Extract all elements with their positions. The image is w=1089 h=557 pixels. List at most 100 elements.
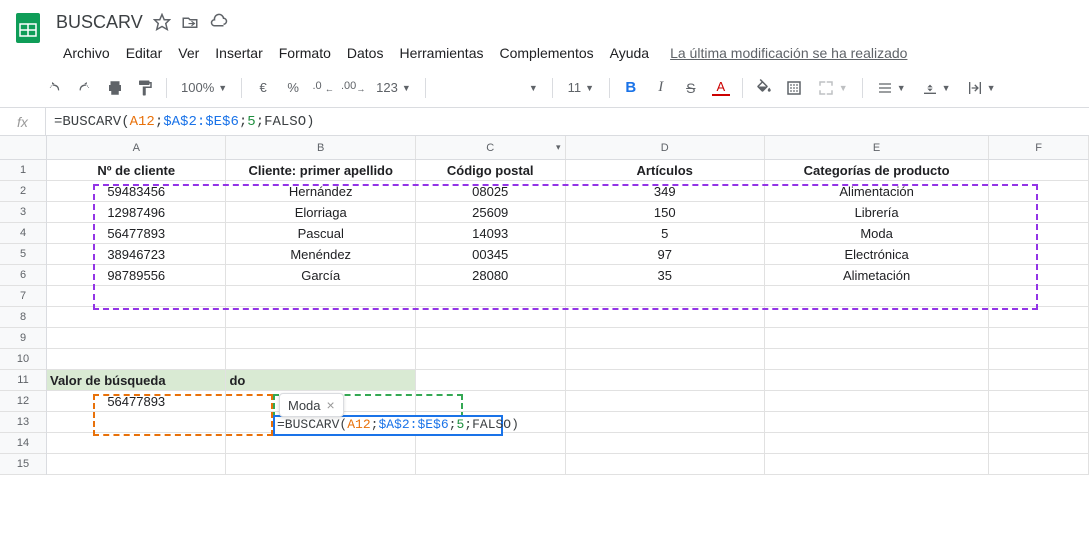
cell[interactable]: [765, 454, 989, 474]
v-align-icon[interactable]: ▼: [916, 75, 957, 101]
menu-complementos[interactable]: Complementos: [492, 41, 600, 65]
print-icon[interactable]: [102, 75, 128, 101]
row-header[interactable]: 5: [0, 244, 46, 265]
cell[interactable]: [765, 433, 989, 453]
cell[interactable]: Artículos: [566, 160, 765, 180]
cloud-icon[interactable]: [209, 13, 229, 31]
col-header[interactable]: A: [47, 136, 226, 159]
cell[interactable]: Alimentación: [765, 181, 989, 201]
italic-icon[interactable]: I: [648, 75, 674, 101]
cell[interactable]: [765, 286, 989, 306]
cell[interactable]: [989, 328, 1089, 348]
cell[interactable]: Valor de búsqueda: [47, 370, 226, 390]
last-edit-link[interactable]: La última modificación se ha realizado: [670, 45, 907, 61]
cell[interactable]: [416, 349, 566, 369]
cell[interactable]: 35: [566, 265, 765, 285]
cell[interactable]: [989, 349, 1089, 369]
cell[interactable]: [989, 391, 1089, 411]
menu-datos[interactable]: Datos: [340, 41, 391, 65]
sheets-logo[interactable]: [8, 8, 48, 48]
cell[interactable]: [989, 307, 1089, 327]
cell[interactable]: Electrónica: [765, 244, 989, 264]
cell[interactable]: [566, 454, 765, 474]
decimal-decrease-icon[interactable]: .0 ←: [310, 75, 336, 101]
decimal-increase-icon[interactable]: .00→: [340, 75, 366, 101]
cell[interactable]: do: [226, 370, 415, 390]
row-header[interactable]: 1: [0, 160, 46, 181]
cell[interactable]: Menéndez: [226, 244, 415, 264]
cell[interactable]: [566, 391, 765, 411]
row-header[interactable]: 2: [0, 181, 46, 202]
font-select[interactable]: ▼: [434, 75, 544, 101]
currency-icon[interactable]: €: [250, 75, 276, 101]
cell[interactable]: 28080: [416, 265, 566, 285]
star-icon[interactable]: [153, 13, 171, 31]
row-header[interactable]: 9: [0, 328, 46, 349]
cell[interactable]: 97: [566, 244, 765, 264]
row-header[interactable]: 11: [0, 370, 46, 391]
filter-icon[interactable]: ▾: [556, 142, 561, 153]
cell[interactable]: [47, 412, 226, 432]
cell[interactable]: [416, 454, 566, 474]
paint-format-icon[interactable]: [132, 75, 158, 101]
cell[interactable]: [566, 412, 765, 432]
row-header[interactable]: 12: [0, 391, 46, 412]
cell[interactable]: [226, 454, 415, 474]
borders-icon[interactable]: [781, 75, 807, 101]
cell[interactable]: [47, 433, 226, 453]
row-header[interactable]: 14: [0, 433, 46, 454]
cell[interactable]: [416, 286, 566, 306]
row-header[interactable]: 7: [0, 286, 46, 307]
cell[interactable]: [765, 328, 989, 348]
cell[interactable]: [989, 412, 1089, 432]
cell[interactable]: [765, 370, 989, 390]
row-header[interactable]: 13: [0, 412, 46, 433]
cell[interactable]: [47, 454, 226, 474]
merge-cells-icon[interactable]: ▼: [811, 75, 854, 101]
cell[interactable]: [416, 307, 566, 327]
col-header[interactable]: C▾: [416, 136, 566, 159]
cell[interactable]: [416, 328, 566, 348]
cell[interactable]: [566, 433, 765, 453]
cell[interactable]: Cliente: primer apellido: [226, 160, 415, 180]
select-all-corner[interactable]: [0, 136, 46, 160]
cell[interactable]: Código postal: [416, 160, 566, 180]
row-header[interactable]: 10: [0, 349, 46, 370]
font-size-select[interactable]: 11▼: [561, 75, 601, 101]
cell[interactable]: [989, 202, 1089, 222]
zoom-select[interactable]: 100%▼: [175, 75, 233, 101]
cell-editing-formula[interactable]: =BUSCARV(A12;$A$2:$E$6;5;FALSO): [277, 417, 519, 432]
cell[interactable]: [566, 286, 765, 306]
cell[interactable]: [989, 181, 1089, 201]
close-icon[interactable]: ×: [327, 397, 335, 413]
cell[interactable]: 56477893: [47, 391, 226, 411]
cell[interactable]: 08025: [416, 181, 566, 201]
cell[interactable]: 56477893: [47, 223, 226, 243]
menu-editar[interactable]: Editar: [119, 41, 170, 65]
cell[interactable]: 349: [566, 181, 765, 201]
cell[interactable]: [226, 433, 415, 453]
cell[interactable]: 38946723: [47, 244, 226, 264]
cell[interactable]: [47, 307, 226, 327]
wrap-icon[interactable]: ▼: [961, 75, 1002, 101]
row-header[interactable]: 3: [0, 202, 46, 223]
menu-ayuda[interactable]: Ayuda: [603, 41, 656, 65]
h-align-icon[interactable]: ▼: [871, 75, 912, 101]
cell[interactable]: [765, 412, 989, 432]
move-icon[interactable]: [181, 13, 199, 31]
cell[interactable]: [226, 349, 415, 369]
fill-color-icon[interactable]: [751, 75, 777, 101]
cell[interactable]: [47, 349, 226, 369]
row-header[interactable]: 4: [0, 223, 46, 244]
cell[interactable]: García: [226, 265, 415, 285]
cell[interactable]: 150: [566, 202, 765, 222]
cell[interactable]: [566, 328, 765, 348]
row-header[interactable]: 8: [0, 307, 46, 328]
cell[interactable]: [989, 244, 1089, 264]
cell[interactable]: Elorriaga: [226, 202, 415, 222]
cell[interactable]: 12987496: [47, 202, 226, 222]
cell[interactable]: [47, 286, 226, 306]
cell[interactable]: [416, 370, 566, 390]
cell[interactable]: [989, 223, 1089, 243]
col-header[interactable]: E: [765, 136, 989, 159]
